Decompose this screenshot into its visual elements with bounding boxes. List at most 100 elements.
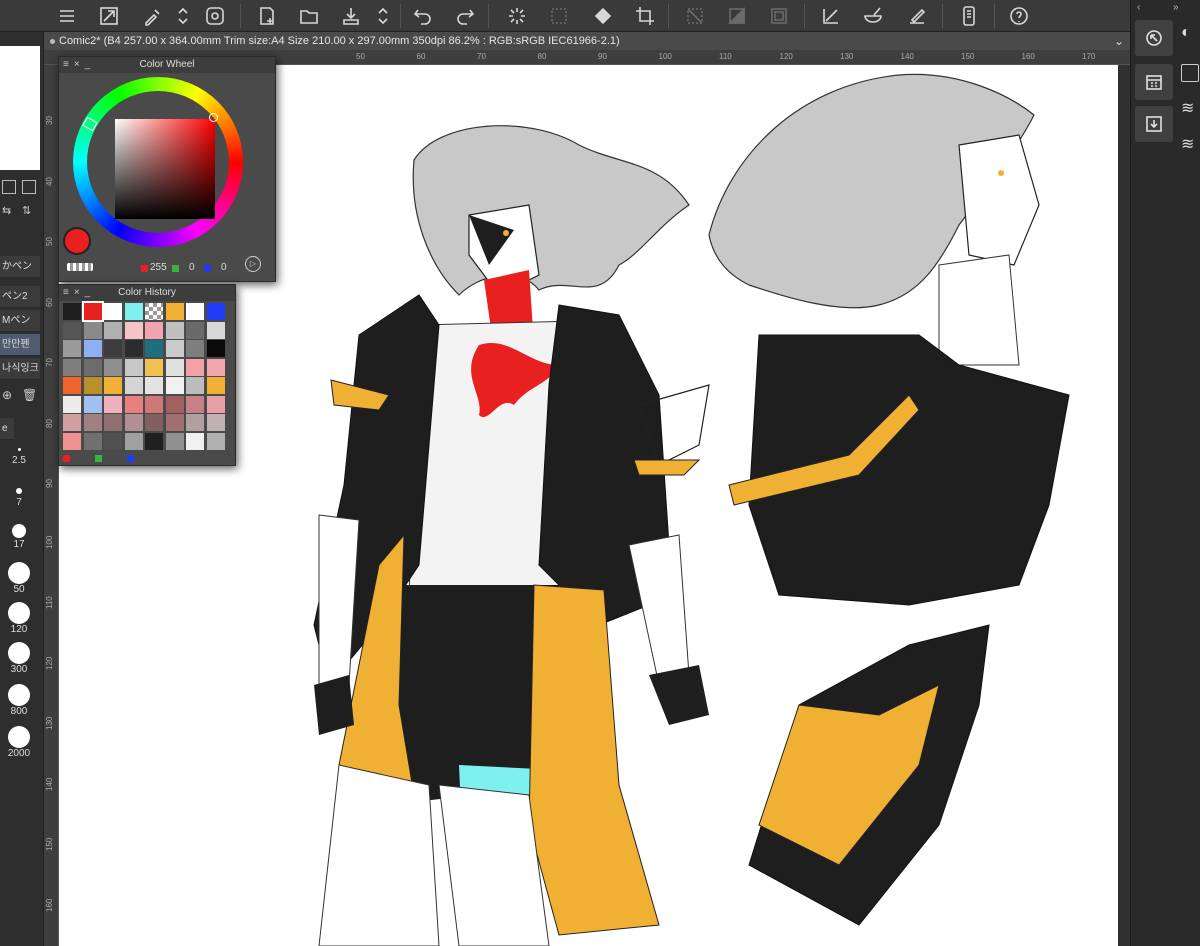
color-swatch[interactable]: [145, 321, 163, 339]
redo-icon[interactable]: [452, 3, 478, 29]
color-swatch[interactable]: [145, 395, 163, 413]
color-swatch[interactable]: [145, 358, 163, 376]
main-color-swatch[interactable]: [63, 227, 91, 255]
stack-icon[interactable]: ≋: [1181, 134, 1194, 154]
color-swatch[interactable]: [83, 414, 102, 431]
color-swatch[interactable]: [206, 340, 225, 357]
brush-item[interactable]: ペン2: [0, 286, 40, 308]
color-swatch[interactable]: [186, 340, 204, 357]
flip-icon[interactable]: ⇆: [2, 204, 11, 217]
brush-size-800[interactable]: 800: [2, 684, 36, 717]
rotate-icon[interactable]: [2, 180, 16, 194]
bowl-icon[interactable]: [860, 3, 886, 29]
tab-close-icon[interactable]: [50, 38, 55, 44]
up-down-icon[interactable]: [370, 3, 396, 29]
color-swatch[interactable]: [124, 358, 143, 376]
layer-icon[interactable]: [1181, 64, 1199, 82]
open-folder-icon[interactable]: [296, 3, 322, 29]
transform-icon[interactable]: [96, 3, 122, 29]
color-picker-handle[interactable]: [209, 113, 218, 122]
color-swatch[interactable]: [165, 358, 184, 376]
color-swatch[interactable]: [206, 414, 225, 431]
color-swatch[interactable]: [104, 340, 122, 357]
color-swatch[interactable]: [206, 303, 225, 320]
navigator-icon[interactable]: [1135, 20, 1173, 56]
ruler-icon[interactable]: [818, 3, 844, 29]
color-swatch[interactable]: [83, 395, 102, 413]
brush-size-300[interactable]: 300: [2, 642, 36, 675]
invert-icon[interactable]: [724, 3, 750, 29]
collapse-icon[interactable]: ‹: [1137, 2, 1140, 13]
add-icon[interactable]: ⊕: [2, 388, 12, 402]
crop-icon[interactable]: [632, 3, 658, 29]
brush-size-7[interactable]: 7: [2, 488, 36, 508]
color-swatch[interactable]: [83, 377, 102, 394]
color-swatch[interactable]: [63, 414, 81, 431]
chevron-down-icon[interactable]: ⌄: [1114, 32, 1124, 50]
brush-item-selected[interactable]: 만만펜: [0, 334, 40, 356]
loading-icon[interactable]: [504, 3, 530, 29]
brush-size-2.5[interactable]: 2.5: [2, 448, 36, 466]
download-icon[interactable]: [1135, 106, 1173, 142]
color-swatch[interactable]: [165, 395, 184, 413]
select-icon[interactable]: [546, 3, 572, 29]
transparent-color-icon[interactable]: [67, 263, 93, 271]
color-swatch[interactable]: [165, 340, 184, 357]
size-tab[interactable]: e: [0, 418, 14, 440]
color-swatch[interactable]: [186, 321, 204, 339]
color-swatch[interactable]: [124, 414, 143, 431]
color-swatch[interactable]: [124, 377, 143, 394]
fill-icon[interactable]: [590, 3, 616, 29]
color-swatch[interactable]: [63, 432, 81, 450]
eyedropper-icon[interactable]: [140, 3, 166, 29]
color-swatch[interactable]: [83, 321, 102, 339]
color-swatch[interactable]: [206, 358, 225, 376]
color-swatch[interactable]: [124, 395, 143, 413]
color-swatch[interactable]: [186, 303, 204, 320]
color-swatch[interactable]: [145, 377, 163, 394]
color-swatch[interactable]: [63, 395, 81, 413]
color-swatch[interactable]: [104, 395, 122, 413]
menu-icon[interactable]: [54, 3, 80, 29]
color-swatch[interactable]: [63, 358, 81, 376]
save-icon[interactable]: [338, 3, 364, 29]
new-page-icon[interactable]: [254, 3, 280, 29]
color-swatch[interactable]: [165, 377, 184, 394]
color-swatch[interactable]: [186, 395, 204, 413]
color-swatch[interactable]: [83, 432, 102, 450]
color-swatch[interactable]: [124, 432, 143, 450]
color-swatch[interactable]: [206, 377, 225, 394]
color-swatch[interactable]: [206, 321, 225, 339]
document-tab[interactable]: Comic2* (B4 257.00 x 364.00mm Trim size:…: [44, 32, 1130, 50]
saturation-value-square[interactable]: [115, 119, 215, 219]
color-swatch[interactable]: [81, 301, 104, 322]
brush-size-2000[interactable]: 2000: [2, 726, 36, 759]
flip-vertical-icon[interactable]: ⇅: [22, 204, 31, 217]
up-down-icon[interactable]: [170, 3, 196, 29]
color-swatch[interactable]: [104, 303, 122, 320]
play-icon[interactable]: ▷: [245, 256, 261, 272]
color-swatch[interactable]: [124, 321, 143, 339]
brush-item[interactable]: Mペン: [0, 310, 40, 332]
color-swatch[interactable]: [165, 303, 184, 320]
color-swatch[interactable]: [83, 340, 102, 357]
color-swatch[interactable]: [186, 358, 204, 376]
color-swatch[interactable]: [104, 321, 122, 339]
brush-size-120[interactable]: 120: [2, 602, 36, 635]
color-swatch[interactable]: [63, 377, 81, 394]
color-swatch[interactable]: [186, 432, 204, 450]
color-swatch[interactable]: [165, 321, 184, 339]
color-swatch[interactable]: [104, 358, 122, 376]
color-swatch[interactable]: [124, 303, 143, 320]
brush-size-17[interactable]: 17: [2, 524, 36, 550]
help-icon[interactable]: [1006, 3, 1032, 29]
color-swatch[interactable]: [145, 414, 163, 431]
fit-icon[interactable]: [22, 180, 36, 194]
color-swatch[interactable]: [165, 414, 184, 431]
layers-icon[interactable]: ≋: [1181, 98, 1194, 118]
brush-item[interactable]: かペン: [0, 256, 40, 278]
color-swatch[interactable]: [104, 432, 122, 450]
navigator-preview[interactable]: [0, 46, 40, 170]
color-swatch[interactable]: [104, 377, 122, 394]
color-swatch[interactable]: [145, 303, 163, 320]
